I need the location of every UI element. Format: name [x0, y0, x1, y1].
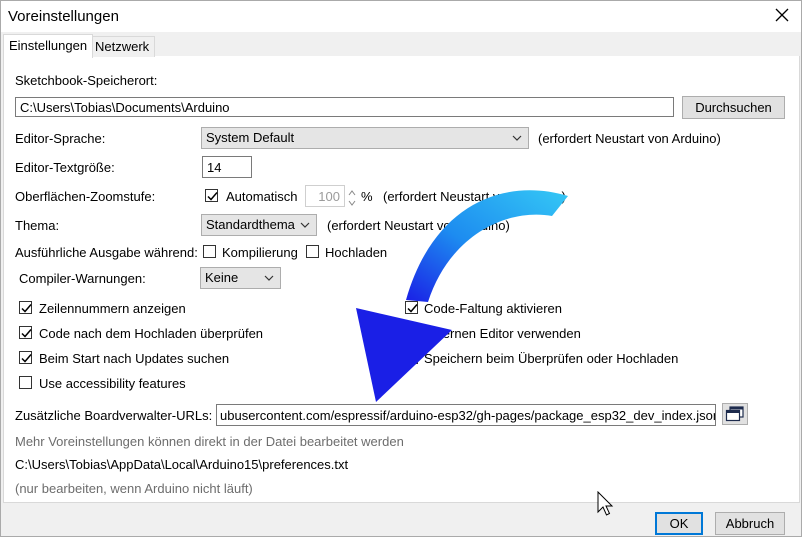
- verbose-upload-checkbox[interactable]: [306, 245, 319, 258]
- verbose-compile-checkbox[interactable]: [203, 245, 216, 258]
- tab-netzwerk[interactable]: Netzwerk: [89, 36, 156, 57]
- chevron-down-icon: [512, 135, 522, 141]
- option-check-updates-label: Beim Start nach Updates suchen: [39, 351, 230, 366]
- warnings-select-value: Keine: [205, 270, 239, 285]
- zoom-value-field[interactable]: 100: [305, 185, 345, 207]
- verbose-compile-label: Kompilierung: [222, 245, 298, 260]
- language-select-value: System Default: [206, 130, 295, 145]
- option-line-numbers-label: Zeilennummern anzeigen: [39, 301, 186, 316]
- ok-button[interactable]: OK: [655, 512, 703, 535]
- more-settings-info: Mehr Voreinstellungen können direkt in d…: [15, 434, 404, 449]
- check-icon: [21, 354, 32, 363]
- check-icon: [21, 329, 32, 338]
- window-title: Voreinstellungen: [8, 8, 119, 25]
- fontsize-field[interactable]: 14: [202, 156, 252, 178]
- close-icon: [775, 8, 789, 22]
- close-button[interactable]: [772, 5, 792, 25]
- theme-select[interactable]: Standardthema: [201, 214, 317, 236]
- option-verify-upload-label: Code nach dem Hochladen überprüfen: [39, 326, 264, 341]
- browse-button[interactable]: Durchsuchen: [682, 96, 785, 119]
- boards-url-edit-button[interactable]: [722, 403, 748, 425]
- option-check-updates-checkbox[interactable]: [19, 351, 32, 364]
- sketchbook-path-field[interactable]: C:\Users\Tobias\Documents\Arduino: [15, 97, 674, 117]
- sketchbook-label: Sketchbook-Speicherort:: [15, 73, 158, 88]
- zoom-auto-label: Automatisch: [226, 189, 298, 204]
- warnings-label: Compiler-Warnungen:: [19, 271, 146, 286]
- language-note: (erfordert Neustart von Arduino): [538, 131, 721, 146]
- theme-label: Thema:: [15, 218, 60, 233]
- zoom-auto-checkbox[interactable]: [205, 189, 218, 202]
- edit-hint: (nur bearbeiten, wenn Arduino nicht läuf…: [15, 481, 253, 496]
- window-icon: [725, 406, 744, 422]
- chevron-down-icon: [264, 275, 274, 281]
- option-accessibility-label: Use accessibility features: [39, 376, 186, 391]
- zoom-label: Oberflächen-Zoomstufe:: [15, 189, 156, 204]
- title-bar: [0, 0, 802, 32]
- preferences-file-path: C:\Users\Tobias\AppData\Local\Arduino15\…: [15, 457, 349, 472]
- check-icon: [21, 304, 32, 313]
- language-select[interactable]: System Default: [201, 127, 529, 149]
- option-accessibility-checkbox[interactable]: [19, 376, 32, 389]
- mouse-pointer-icon: [597, 491, 614, 516]
- option-line-numbers-checkbox[interactable]: [19, 301, 32, 314]
- chevron-down-icon: [300, 222, 310, 228]
- cancel-button[interactable]: Abbruch: [715, 512, 785, 535]
- tab-einstellungen[interactable]: Einstellungen: [3, 34, 94, 58]
- check-icon: [207, 192, 218, 201]
- language-label: Editor-Sprache:: [15, 131, 106, 146]
- option-verify-upload-checkbox[interactable]: [19, 326, 32, 339]
- fontsize-label: Editor-Textgröße:: [15, 160, 115, 175]
- boards-url-label: Zusätzliche Boardverwalter-URLs:: [15, 408, 213, 423]
- verbose-label: Ausführliche Ausgabe während:: [15, 245, 198, 260]
- theme-select-value: Standardthema: [206, 217, 295, 232]
- warnings-select[interactable]: Keine: [200, 267, 281, 289]
- annotation-arrow: [356, 190, 568, 402]
